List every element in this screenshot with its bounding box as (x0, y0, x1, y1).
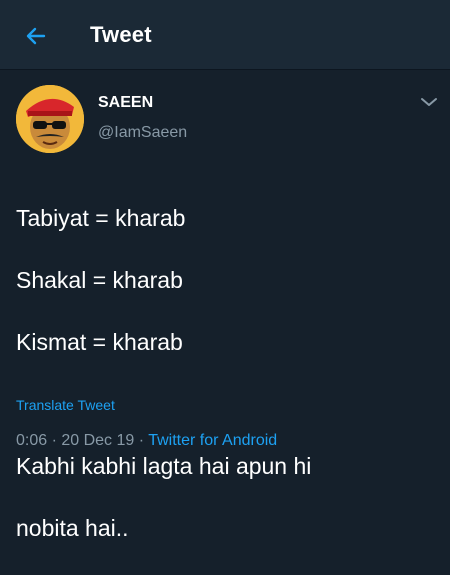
author-handle[interactable]: @IamSaeen (98, 124, 187, 142)
arrow-left-icon (26, 27, 46, 45)
tweet-text: Tabiyat = kharab Shakal = kharab Kismat … (16, 172, 436, 575)
tweet-line: Tabiyat = kharab (16, 205, 186, 231)
tweet-line: nobita hai.. (16, 515, 129, 541)
tweet-time: 0:06 (16, 432, 48, 449)
top-bar: Tweet (0, 0, 450, 70)
tweet-meta: 0:06 · 20 Dec 19 · Twitter for Android (16, 432, 277, 450)
page-title: Tweet (90, 22, 152, 47)
tweet-line: Kabhi kabhi lagta hai apun hi (16, 453, 312, 479)
tweet-date: 20 Dec 19 (61, 432, 135, 449)
tweet-line: Kismat = kharab (16, 329, 183, 355)
meta-separator: · (134, 432, 149, 449)
cartoon-avatar-icon (16, 85, 84, 153)
tweet-source-link[interactable]: Twitter for Android (148, 432, 277, 449)
tweet-line: Shakal = kharab (16, 267, 183, 293)
translate-tweet-link[interactable]: Translate Tweet (16, 397, 115, 413)
chevron-down-icon[interactable] (418, 94, 440, 110)
back-button[interactable] (22, 22, 50, 50)
avatar[interactable] (16, 85, 84, 153)
author-display-name[interactable]: SAEEN (98, 94, 153, 112)
meta-separator: · (47, 432, 62, 449)
